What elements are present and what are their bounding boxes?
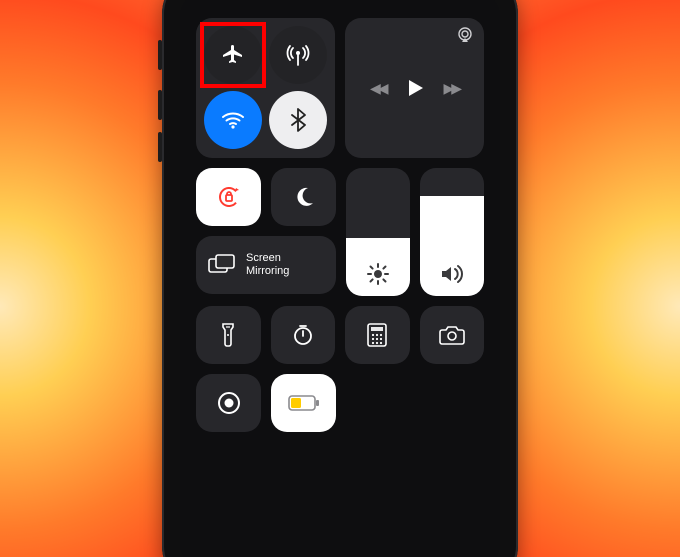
antenna-icon <box>285 42 311 68</box>
bluetooth-toggle[interactable] <box>269 91 327 149</box>
record-icon <box>216 390 242 416</box>
rewind-icon[interactable]: ◀◀ <box>370 80 386 97</box>
media-transport: ◀◀ ▶▶ <box>370 77 459 99</box>
connectivity-group <box>196 18 335 158</box>
iphone-frame: ◀◀ ▶▶ <box>162 0 518 557</box>
brightness-slider[interactable] <box>346 168 410 296</box>
timer-icon <box>291 323 315 347</box>
battery-icon <box>288 395 320 411</box>
moon-icon <box>293 186 315 208</box>
low-power-mode-toggle[interactable] <box>271 374 336 432</box>
camera-icon <box>439 325 465 345</box>
fast-forward-icon[interactable]: ▶▶ <box>444 80 460 97</box>
play-icon[interactable] <box>404 77 426 99</box>
airplay-icon[interactable] <box>456 26 474 44</box>
calculator-button[interactable] <box>345 306 410 364</box>
screen-mirroring-button[interactable]: Screen Mirroring <box>196 236 336 294</box>
orientation-lock-toggle[interactable] <box>196 168 261 226</box>
control-center: ◀◀ ▶▶ <box>196 18 484 557</box>
volume-slider[interactable] <box>420 168 484 296</box>
calculator-icon <box>367 323 387 347</box>
flashlight-button[interactable] <box>196 306 261 364</box>
camera-button[interactable] <box>420 306 485 364</box>
screen: ◀◀ ▶▶ <box>180 0 500 557</box>
bluetooth-icon <box>288 107 308 133</box>
screen-record-button[interactable] <box>196 374 261 432</box>
timer-button[interactable] <box>271 306 336 364</box>
control-center-handle-icon[interactable] <box>327 0 353 2</box>
cellular-data-toggle[interactable] <box>269 26 327 84</box>
screen-mirroring-icon <box>208 254 236 276</box>
media-controls-tile[interactable]: ◀◀ ▶▶ <box>345 18 484 158</box>
flashlight-icon <box>220 322 236 348</box>
wallpaper-background: ◀◀ ▶▶ <box>0 0 680 557</box>
tutorial-highlight <box>200 22 266 88</box>
orientation-lock-icon <box>215 183 243 211</box>
volume-icon <box>439 262 465 286</box>
do-not-disturb-toggle[interactable] <box>271 168 336 226</box>
wifi-icon <box>220 107 246 133</box>
wifi-toggle[interactable] <box>204 91 262 149</box>
brightness-icon <box>366 262 390 286</box>
screen-mirroring-label: Screen Mirroring <box>246 252 289 278</box>
